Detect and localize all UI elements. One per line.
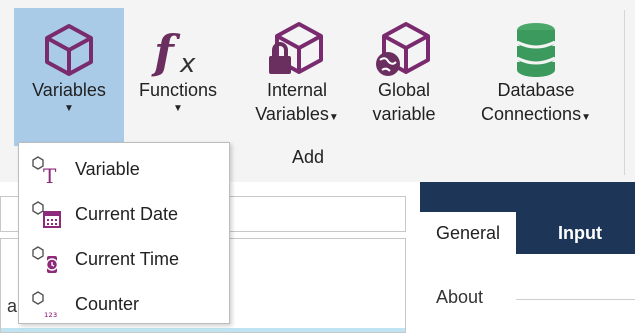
- svg-text:₁₂₃: ₁₂₃: [44, 307, 57, 320]
- ribbon-separator: [624, 10, 625, 175]
- svg-text:T: T: [43, 164, 57, 185]
- internal-variable-lock-icon: [267, 8, 327, 78]
- menu-item-label: Variable: [75, 159, 140, 179]
- properties-panel: General Input ru About: [420, 182, 635, 333]
- internal-label-line2: Variables: [255, 104, 329, 124]
- internal-label-line1: Internal: [266, 80, 328, 100]
- variables-label: Variables: [32, 80, 106, 100]
- global-label-line2: variable: [372, 104, 436, 124]
- database-label-line2: Connections: [481, 104, 582, 124]
- chevron-down-icon: ▼: [64, 103, 74, 114]
- database-connections-button[interactable]: Database Connections▼: [450, 8, 622, 146]
- functions-button[interactable]: f x Functions ▼: [126, 8, 230, 146]
- tab-bar: General Input ru: [420, 204, 635, 285]
- functions-label: Functions: [138, 80, 218, 100]
- about-section-title: About: [436, 287, 484, 307]
- global-label-line1: Global: [377, 80, 431, 100]
- text-variable-icon: T: [31, 155, 71, 185]
- menu-item-current-time[interactable]: Current Time: [19, 237, 229, 282]
- counter-variable-icon: ₁₂₃: [31, 290, 71, 320]
- global-variable-icon: [374, 8, 434, 78]
- variables-dropdown-menu: T Variable Current Date Current Time ₁₂₃…: [18, 142, 230, 324]
- menu-item-label: Current Date: [75, 204, 179, 224]
- chevron-down-icon: ▼: [581, 112, 591, 123]
- chevron-down-icon: ▼: [173, 103, 183, 114]
- database-icon: [506, 8, 566, 78]
- tab-general[interactable]: General: [420, 212, 517, 254]
- cube-icon: [39, 8, 99, 78]
- menu-item-variable[interactable]: T Variable: [19, 147, 229, 192]
- panel-header: [420, 182, 635, 204]
- section-divider: [516, 299, 635, 300]
- menu-item-label: Counter: [75, 294, 140, 314]
- clock-variable-icon: [31, 245, 71, 275]
- internal-variables-button[interactable]: Internal Variables▼: [243, 8, 351, 146]
- variables-button[interactable]: Variables ▼: [14, 8, 124, 146]
- calendar-variable-icon: [31, 200, 71, 230]
- global-variable-button[interactable]: Global variable: [363, 8, 445, 146]
- svg-text:x: x: [179, 49, 196, 78]
- database-label-line1: Database: [497, 80, 575, 100]
- function-fx-icon: f x: [148, 8, 208, 78]
- ribbon-group-label: Add: [291, 147, 325, 167]
- selected-row-highlight: [1, 328, 405, 332]
- menu-item-current-date[interactable]: Current Date: [19, 192, 229, 237]
- list-item-fragment: a: [7, 296, 18, 316]
- menu-item-label: Current Time: [75, 249, 180, 269]
- chevron-down-icon: ▼: [328, 112, 339, 123]
- menu-item-counter[interactable]: ₁₂₃ Counter: [19, 282, 229, 327]
- svg-text:f: f: [151, 25, 181, 78]
- tab-input-rules[interactable]: Input ru: [542, 212, 635, 285]
